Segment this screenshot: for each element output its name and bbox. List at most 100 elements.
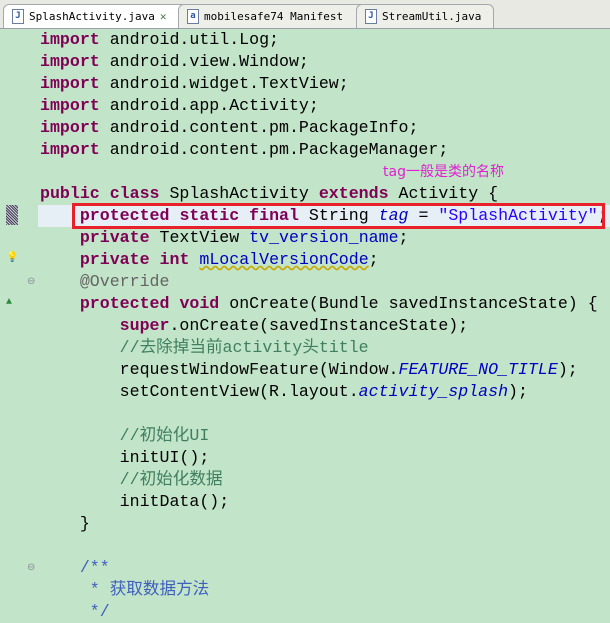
code-token: import bbox=[40, 140, 100, 159]
code-token: android.content.pm.PackageManager; bbox=[99, 140, 449, 159]
code-line[interactable]: initUI(); bbox=[40, 447, 610, 469]
tab-mobilesafe74-manifest[interactable]: a mobilesafe74 Manifest bbox=[178, 4, 368, 28]
code-line[interactable] bbox=[40, 403, 610, 425]
annotation-text: tag一般是类的名称 bbox=[383, 164, 504, 180]
java-file-icon: J bbox=[12, 9, 24, 24]
tab-splashactivity-java[interactable]: J SplashActivity.java ✕ bbox=[3, 4, 191, 28]
code-line[interactable]: import android.content.pm.PackageInfo; bbox=[40, 117, 610, 139]
code-line[interactable]: //初始化UI bbox=[40, 425, 610, 447]
code-line[interactable]: /** bbox=[40, 557, 610, 579]
occurrence-marker-icon[interactable] bbox=[6, 205, 18, 225]
code-token: //去除掉当前activity头title bbox=[119, 338, 369, 357]
code-token: int bbox=[159, 250, 190, 269]
code-token: public bbox=[40, 184, 100, 203]
code-token: super bbox=[119, 316, 170, 335]
code-token: //初始化UI bbox=[119, 426, 210, 445]
fold-collapse-icon[interactable]: ⊖ bbox=[27, 276, 35, 288]
code-token: android.content.pm.PackageInfo; bbox=[99, 118, 419, 137]
code-line[interactable]: private TextView tv_version_name; bbox=[40, 227, 610, 249]
java-file-icon: J bbox=[365, 9, 377, 24]
code-token: ; bbox=[368, 250, 379, 269]
code-token: activity_splash bbox=[358, 382, 509, 401]
code-token: import bbox=[40, 96, 100, 115]
code-token: protected bbox=[79, 294, 170, 313]
code-token: tv_version_name bbox=[249, 228, 399, 247]
code-line[interactable]: setContentView(R.layout.activity_splash)… bbox=[40, 381, 610, 403]
code-token: ); bbox=[557, 360, 578, 379]
code-line[interactable] bbox=[40, 161, 610, 183]
code-token: } bbox=[40, 514, 90, 533]
code-token: private bbox=[79, 228, 150, 247]
code-token: */ bbox=[89, 602, 110, 621]
code-token: void bbox=[179, 294, 220, 313]
code-token: /** bbox=[79, 558, 110, 577]
code-token: import bbox=[40, 30, 100, 49]
code-token: FEATURE_NO_TITLE bbox=[398, 360, 558, 379]
tab-streamutil-java[interactable]: J StreamUtil.java bbox=[356, 4, 494, 28]
java-file-icon: a bbox=[187, 9, 199, 24]
tab-label: StreamUtil.java bbox=[382, 10, 482, 23]
code-line[interactable]: * 获取数据方法 bbox=[40, 579, 610, 601]
code-token: @Override bbox=[79, 272, 170, 291]
code-editor[interactable]: import android.util.Log; import android.v… bbox=[38, 29, 610, 623]
tab-label: mobilesafe74 Manifest bbox=[204, 10, 344, 23]
code-line[interactable]: initData(); bbox=[40, 491, 610, 513]
code-line[interactable]: protected void onCreate(Bundle savedInst… bbox=[40, 293, 610, 315]
fold-collapse-icon[interactable]: ⊖ bbox=[27, 562, 35, 574]
code-token: import bbox=[40, 74, 100, 93]
code-line[interactable]: import android.app.Activity; bbox=[40, 95, 610, 117]
code-token: android.util.Log; bbox=[99, 30, 279, 49]
editor-tab-bar: J SplashActivity.java ✕ a mobilesafe74 Manif… bbox=[0, 0, 610, 29]
code-token: initUI(); bbox=[40, 448, 210, 467]
code-line[interactable]: import android.util.Log; bbox=[40, 29, 610, 51]
close-tab-icon[interactable]: ✕ bbox=[160, 10, 167, 23]
highlight-box bbox=[72, 203, 605, 229]
code-line[interactable]: import android.content.pm.PackageManager… bbox=[40, 139, 610, 161]
code-line[interactable]: import android.widget.TextView; bbox=[40, 73, 610, 95]
code-token: import bbox=[40, 118, 100, 137]
code-token: .onCreate(savedInstanceState); bbox=[169, 316, 469, 335]
warning-bulb-icon[interactable]: 💡 bbox=[6, 252, 18, 264]
editor-gutter: 💡 ⊖ ▲ ⊖ bbox=[0, 29, 36, 610]
code-line[interactable]: //初始化数据 bbox=[40, 469, 610, 491]
code-token: android.app.Activity; bbox=[99, 96, 319, 115]
code-line[interactable]: } bbox=[40, 513, 610, 535]
code-token: import bbox=[40, 52, 100, 71]
code-line[interactable]: public class SplashActivity extends Acti… bbox=[40, 183, 610, 205]
code-token: TextView bbox=[149, 228, 250, 247]
code-line[interactable]: super.onCreate(savedInstanceState); bbox=[40, 315, 610, 337]
code-token: extends bbox=[318, 184, 389, 203]
code-token: private bbox=[79, 250, 150, 269]
code-line[interactable]: requestWindowFeature(Window.FEATURE_NO_T… bbox=[40, 359, 610, 381]
code-token: ); bbox=[508, 382, 528, 401]
code-token: requestWindowFeature(Window. bbox=[40, 360, 399, 379]
code-line[interactable]: import android.view.Window; bbox=[40, 51, 610, 73]
code-line[interactable]: private int mLocalVersionCode; bbox=[40, 249, 610, 271]
tab-label: SplashActivity.java bbox=[29, 10, 155, 23]
code-line[interactable]: @Override bbox=[40, 271, 610, 293]
code-line[interactable]: */ bbox=[40, 601, 610, 623]
code-token: class bbox=[109, 184, 160, 203]
code-token: onCreate(Bundle savedInstanceState) { bbox=[219, 294, 598, 313]
code-line[interactable] bbox=[40, 535, 610, 557]
code-token: setContentView(R.layout. bbox=[40, 382, 359, 401]
code-line[interactable]: //去除掉当前activity头title bbox=[40, 337, 610, 359]
code-token: * 获取数据方法 bbox=[89, 580, 210, 599]
code-token: SplashActivity bbox=[159, 184, 319, 203]
code-token: android.widget.TextView; bbox=[99, 74, 349, 93]
code-token: //初始化数据 bbox=[119, 470, 223, 489]
code-token: Activity { bbox=[388, 184, 499, 203]
